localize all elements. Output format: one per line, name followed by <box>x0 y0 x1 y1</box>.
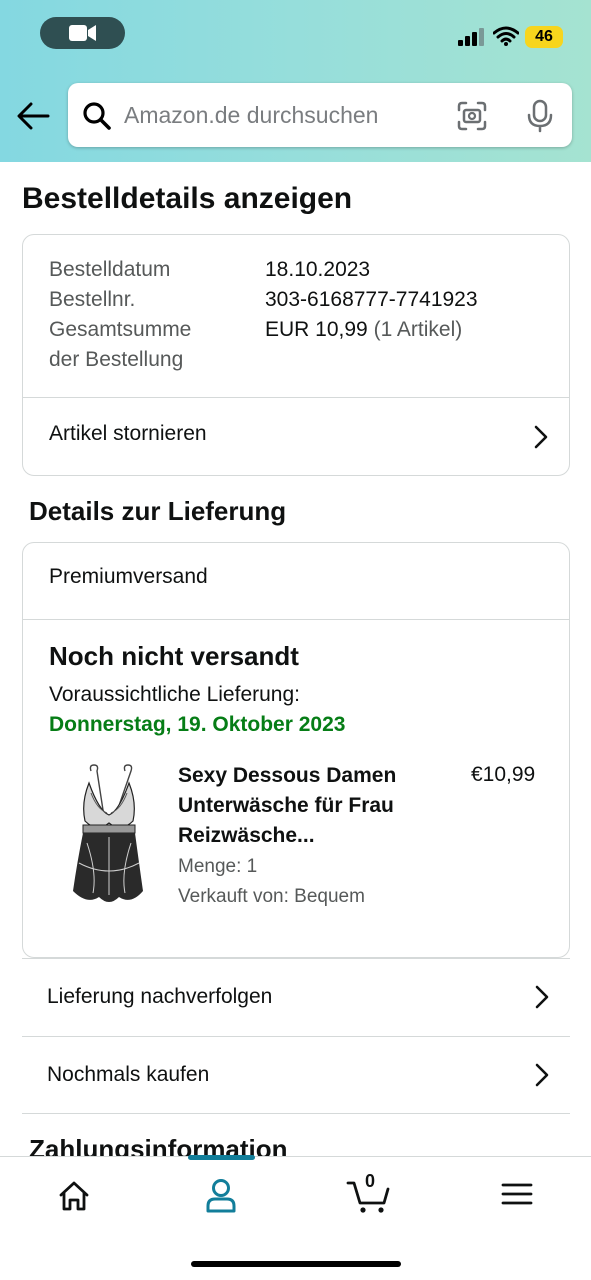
active-tab-indicator <box>188 1155 255 1160</box>
order-item-count: (1 Artikel) <box>373 318 463 341</box>
cancel-items-label: Artikel stornieren <box>49 422 207 445</box>
order-number-label: Bestellnr. <box>49 288 136 311</box>
divider <box>23 619 569 620</box>
buy-again-label: Nochmals kaufen <box>47 1063 210 1086</box>
nav-menu[interactable] <box>487 1175 547 1215</box>
video-camera-icon <box>69 25 96 41</box>
order-total-label-line2: der Bestellung <box>49 348 184 371</box>
cancel-items-row[interactable]: Artikel stornieren <box>23 398 569 476</box>
expected-delivery-label: Voraussichtliche Lieferung: <box>49 683 300 706</box>
shipment-status: Noch nicht versandt <box>49 641 299 671</box>
status-bar: 46 <box>0 0 591 70</box>
product-quantity: Menge: 1 <box>178 856 258 877</box>
product-price: €10,99 <box>471 763 536 786</box>
header: 46 Amazon.de durchsuchen <box>0 0 591 162</box>
camera-scan-icon[interactable] <box>456 100 488 132</box>
order-total-label-line1: Gesamtsumme <box>49 318 192 341</box>
cart-count-badge: 0 <box>364 1171 375 1191</box>
nav-account[interactable] <box>191 1175 251 1215</box>
nav-cart[interactable]: 0 <box>340 1171 400 1215</box>
expected-delivery-date: Donnerstag, 19. Oktober 2023 <box>49 713 346 736</box>
account-icon <box>206 1179 236 1213</box>
order-total-value: EUR 10,99 <box>265 318 368 341</box>
search-input[interactable]: Amazon.de durchsuchen <box>124 83 378 147</box>
shipping-method: Premiumversand <box>49 565 208 588</box>
order-summary-card: Bestelldatum 18.10.2023 Bestellnr. 303-6… <box>22 234 570 476</box>
microphone-icon[interactable] <box>526 99 554 133</box>
chevron-right-icon <box>535 985 549 1009</box>
buy-again-row[interactable]: Nochmals kaufen <box>22 1036 570 1114</box>
track-delivery-label: Lieferung nachverfolgen <box>47 985 273 1008</box>
home-icon <box>59 1181 89 1211</box>
menu-icon <box>501 1183 533 1205</box>
delivery-section-title: Details zur Lieferung <box>29 496 287 526</box>
order-date-label: Bestelldatum <box>49 258 171 281</box>
order-date-value: 18.10.2023 <box>265 258 371 281</box>
signal-icon <box>458 28 484 46</box>
screen-recording-indicator[interactable] <box>40 17 125 49</box>
search-bar[interactable]: Amazon.de durchsuchen <box>68 83 572 147</box>
product-seller: Verkauft von: Bequem <box>178 886 365 907</box>
battery-indicator: 46 <box>525 26 563 48</box>
chevron-right-icon <box>534 425 548 449</box>
home-indicator[interactable] <box>191 1261 401 1267</box>
product-image[interactable] <box>67 763 147 909</box>
divider <box>22 1113 570 1114</box>
order-number-value: 303-6168777-7741923 <box>265 288 478 311</box>
page-title: Bestelldetails anzeigen <box>22 182 353 215</box>
nav-home[interactable] <box>44 1175 104 1215</box>
track-delivery-row[interactable]: Lieferung nachverfolgen <box>22 958 570 1036</box>
back-arrow-icon[interactable] <box>16 100 50 132</box>
chevron-right-icon <box>535 1063 549 1087</box>
delivery-card: Premiumversand Noch nicht versandt Vorau… <box>22 542 570 958</box>
bottom-navigation: 0 <box>0 1155 591 1280</box>
wifi-icon <box>493 26 519 46</box>
search-icon <box>83 102 111 130</box>
product-title-link[interactable]: Sexy Dessous Damen Unterwäsche für Frau … <box>178 761 438 851</box>
